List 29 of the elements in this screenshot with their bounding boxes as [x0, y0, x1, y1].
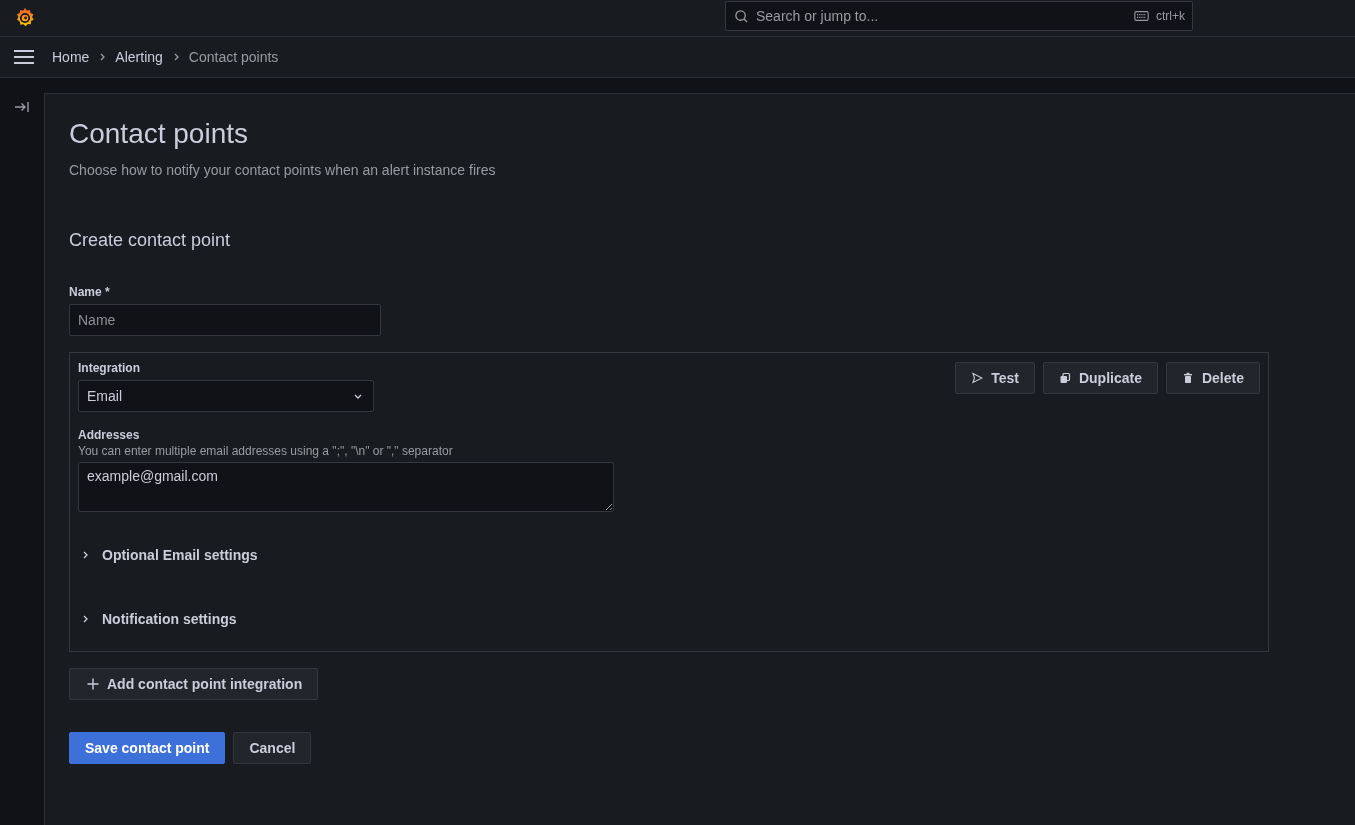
collapsible-section[interactable]: Optional Email settings	[78, 523, 258, 587]
name-input[interactable]: Name	[69, 304, 381, 336]
shortcut-hint: ctrl+k	[1156, 9, 1185, 23]
send-icon	[971, 372, 984, 384]
add-integration-button[interactable]: Add contact point integration	[69, 668, 319, 700]
field-hint: You can enter multiple email addresses using a ";", "\n" or "," separator	[78, 444, 454, 458]
breadcrumb-link[interactable]: Contact points	[188, 49, 279, 65]
breadcrumb-link[interactable]: Home	[52, 49, 90, 65]
page-title: Contact points	[69, 118, 249, 150]
page-subtitle: Choose how to notify your contact points when an alert instance fires	[69, 162, 497, 178]
trash-icon	[1181, 372, 1194, 384]
cancel-button[interactable]: Cancel	[233, 732, 312, 764]
copy-icon	[1058, 372, 1071, 384]
plus-icon	[87, 678, 99, 690]
save-button[interactable]: Save contact point	[69, 732, 226, 764]
keyboard-icon	[1134, 11, 1149, 21]
menu-icon[interactable]	[13, 49, 35, 65]
duplicate-button[interactable]: Duplicate	[1042, 362, 1158, 394]
field-label: Addresses	[78, 428, 141, 442]
dock-icon[interactable]	[14, 100, 30, 114]
integration-select[interactable]: Email	[78, 380, 374, 412]
collapsible-section[interactable]: Notification settings	[78, 587, 237, 651]
breadcrumb-link[interactable]: Alerting	[115, 49, 163, 65]
delete-button[interactable]: Delete	[1165, 362, 1260, 394]
field-label: Integration	[78, 361, 141, 375]
form-heading: Create contact point	[69, 230, 232, 251]
addresses-input[interactable]: example@gmail.com	[78, 462, 614, 512]
test-button[interactable]: Test	[955, 362, 1035, 394]
field-label: Name *	[69, 285, 111, 299]
